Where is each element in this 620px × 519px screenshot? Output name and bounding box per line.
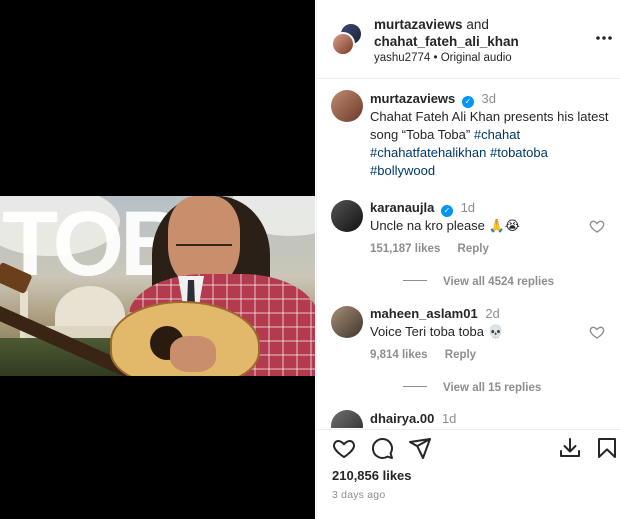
comment-likes[interactable]: 151,187 likes (370, 243, 440, 255)
reel-media[interactable]: TOBA (0, 0, 315, 519)
caption-time: 3d (481, 91, 496, 106)
hashtag-link[interactable]: #tobatoba (490, 145, 548, 160)
hashtag-link[interactable]: #bollywood (370, 163, 435, 178)
comment-text: maheen_aslam01 2d Voice Teri toba toba 💀 (370, 305, 610, 341)
comment-text: karanaujla ✓ 1d Uncle na kro please 🙏😭 (370, 199, 610, 235)
verified-badge-icon: ✓ (461, 96, 474, 108)
header-usernames: murtazaviews and chahat_fateh_ali_khan (374, 16, 519, 50)
comment-likes[interactable]: 9,814 likes (370, 349, 428, 361)
comment-body: Voice Teri toba toba 💀 (370, 324, 504, 339)
video-frame[interactable]: TOBA (0, 196, 315, 376)
comment-like-heart-icon[interactable] (589, 218, 605, 234)
conjunction-text: and (466, 17, 489, 32)
comment-time: 2d (485, 306, 500, 321)
collaborator-username[interactable]: chahat_fateh_ali_khan (374, 34, 519, 49)
comment-username[interactable]: dhairya.00 (370, 411, 434, 426)
comment-icon[interactable] (370, 436, 396, 462)
hashtag-link[interactable]: #chahat (474, 127, 520, 142)
view-replies-link[interactable]: View all 15 replies (403, 382, 541, 394)
comment-time: 1d (441, 411, 457, 426)
comment-meta: 151,187 likes Reply (370, 243, 503, 255)
singer-glasses (176, 234, 232, 246)
comment-body: Uncle na kro please 🙏😭 (370, 218, 520, 233)
heart-icon[interactable] (332, 436, 358, 462)
avatar[interactable] (331, 200, 363, 232)
post-panel: murtazaviews and chahat_fateh_ali_khan y… (316, 0, 620, 519)
avatar[interactable] (331, 306, 363, 338)
download-icon[interactable] (558, 436, 584, 462)
view-replies-link[interactable]: View all 4524 replies (403, 276, 554, 288)
bookmark-icon[interactable] (595, 436, 620, 462)
caption-username[interactable]: murtazaviews (370, 91, 455, 106)
reply-button[interactable]: Reply (458, 243, 489, 255)
author-username[interactable]: murtazaviews (374, 17, 463, 32)
verified-badge-icon: ✓ (440, 205, 453, 217)
comment-username[interactable]: karanaujla (370, 200, 434, 215)
more-horizontal-icon[interactable] (593, 28, 615, 48)
share-icon[interactable] (408, 436, 434, 462)
comment-time: 1d (460, 200, 476, 215)
audio-line: yashu2774 • Original audio (374, 52, 512, 64)
audio-separator: • (433, 52, 438, 64)
audio-label[interactable]: Original audio (441, 52, 512, 64)
audio-username[interactable]: yashu2774 (374, 52, 430, 64)
singer-hand (170, 336, 216, 372)
comment-meta: 9,814 likes Reply (370, 349, 490, 361)
comment-username[interactable]: maheen_aslam01 (370, 306, 478, 321)
collab-avatars[interactable] (331, 22, 365, 56)
action-bar: 210,856 likes 3 days ago (317, 429, 620, 519)
hashtag-link[interactable]: #chahatfatehalikhan (370, 145, 486, 160)
avatar[interactable] (331, 32, 355, 56)
avatar[interactable] (331, 90, 363, 122)
caption-text: murtazaviews ✓ 3d Chahat Fateh Ali Khan … (370, 90, 610, 180)
post-likes[interactable]: 210,856 likes (332, 468, 412, 483)
comment-text: dhairya.00 1d (370, 410, 610, 428)
post-date[interactable]: 3 days ago (332, 489, 385, 501)
avatar[interactable] (331, 410, 363, 428)
post-header: murtazaviews and chahat_fateh_ali_khan y… (317, 0, 620, 79)
comments-list[interactable]: murtazaviews ✓ 3d Chahat Fateh Ali Khan … (317, 80, 620, 428)
comment-like-heart-icon[interactable] (589, 324, 605, 340)
reply-button[interactable]: Reply (445, 349, 476, 361)
